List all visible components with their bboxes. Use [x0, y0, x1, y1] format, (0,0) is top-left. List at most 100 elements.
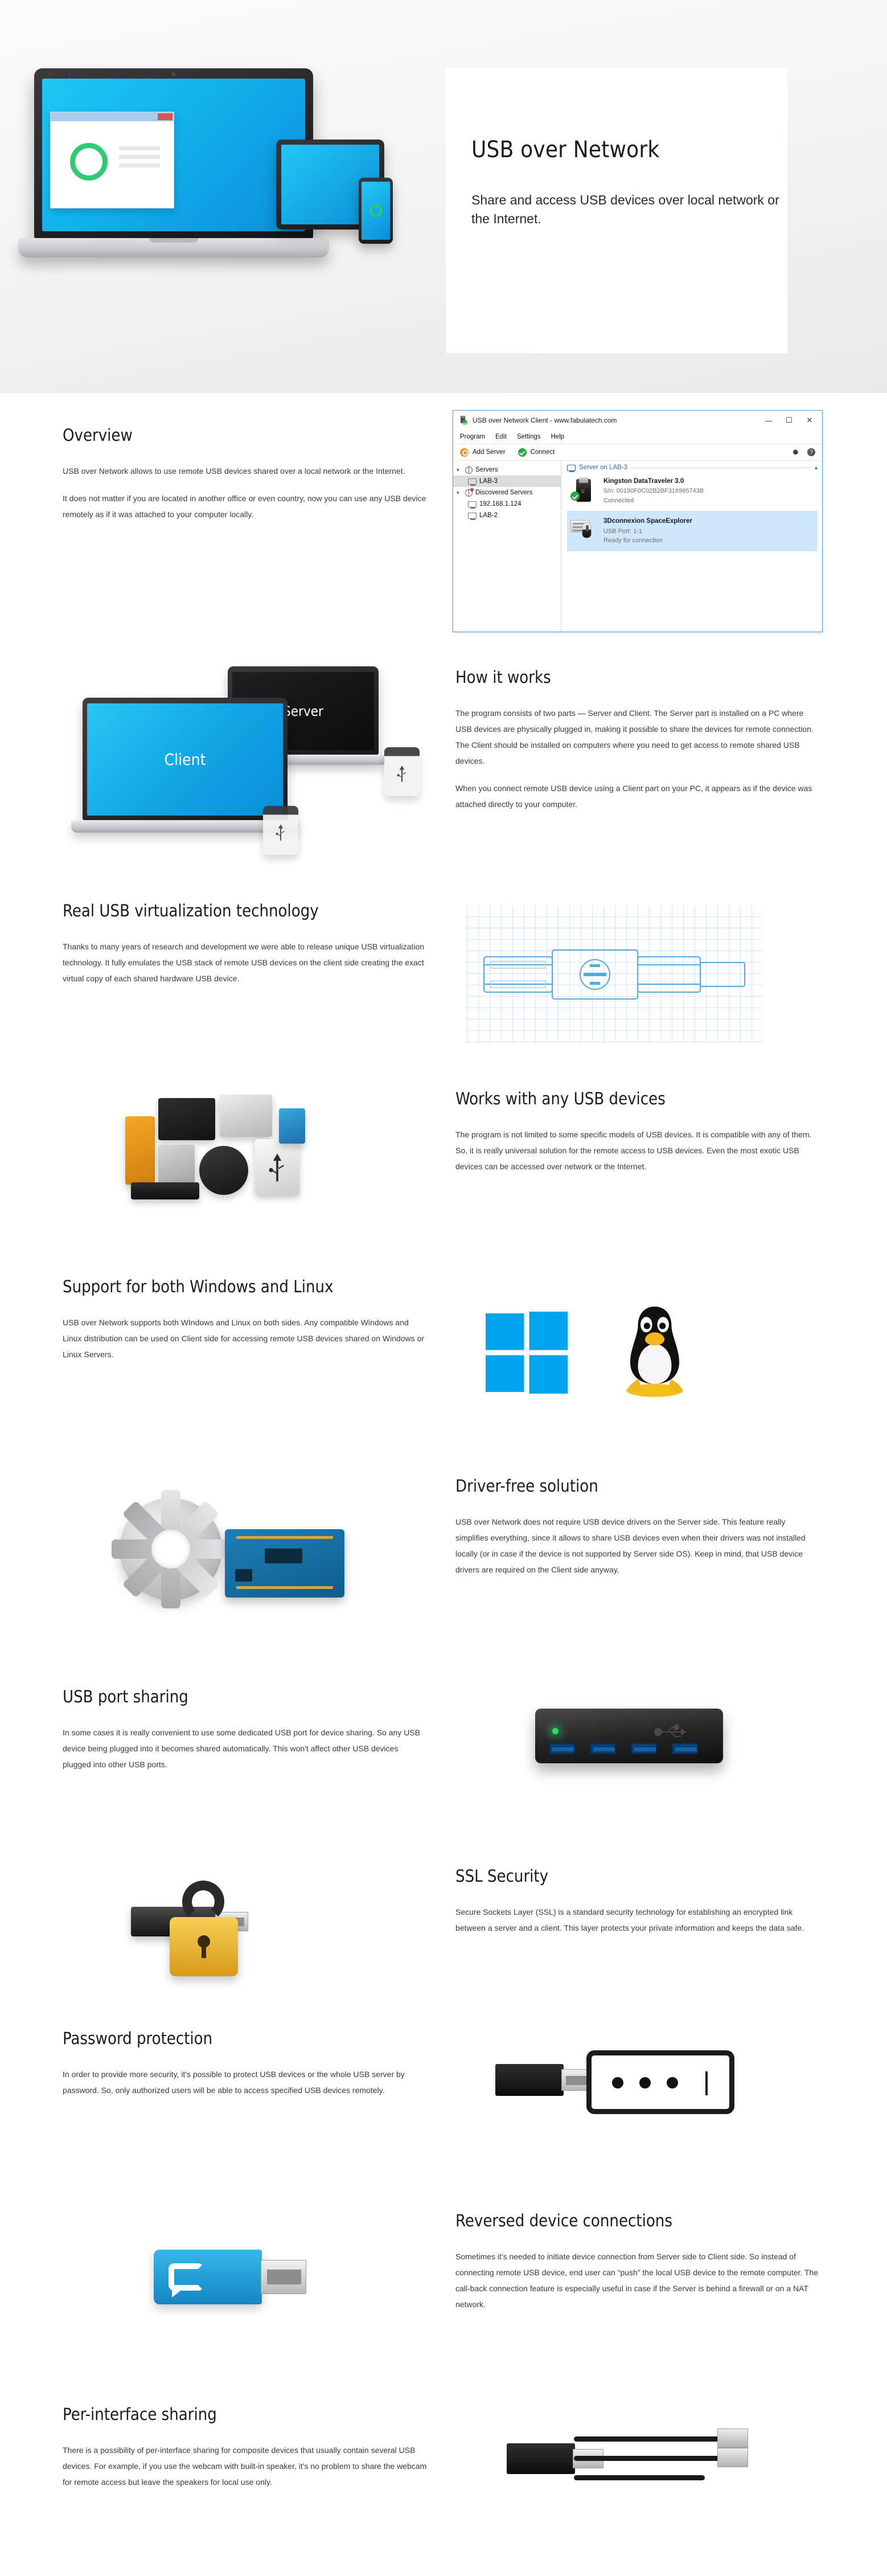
ssl-security-text-column: SSL Security Secure Sockets Layer (SSL) …: [455, 1865, 820, 1936]
usb-hub-icon: [535, 1709, 723, 1763]
question-mark-icon[interactable]: ?: [807, 448, 815, 456]
section-real-usb-virtualization: Real USB virtualization technology Thank…: [0, 888, 887, 1071]
virtualization-paragraph: Thanks to many years of research and dev…: [63, 942, 425, 984]
section-heading-windows-linux: Support for both Windows and Linux: [63, 1277, 334, 1296]
section-heading-ssl-security: SSL Security: [455, 1866, 549, 1886]
reversed-connections-text-column: Reversed device connections Sometimes it…: [455, 2210, 820, 2312]
usb-connector-icon: [717, 2448, 748, 2467]
connected-check-icon: [570, 492, 580, 501]
add-server-button[interactable]: Add Server: [460, 448, 506, 457]
tree-item-ip[interactable]: 192.168.1.124: [453, 498, 561, 510]
os-logos: [473, 1287, 837, 1447]
window-controls: — ☐ ✕: [758, 412, 820, 429]
device-row[interactable]: 16 Kingston DataTraveler 3.0 S/n: 00190F…: [567, 471, 818, 511]
tree-item-lab-2[interactable]: LAB-2: [453, 510, 561, 521]
hero-laptop-base: [18, 238, 329, 257]
toolbar: Add Server Connect ?: [453, 444, 822, 461]
close-button[interactable]: ✕: [799, 412, 820, 429]
hero-devices-illustration: [17, 57, 416, 325]
hero-laptop-screen: [42, 79, 305, 231]
monitor-icon: [567, 464, 576, 472]
hero-phone: [359, 178, 393, 244]
client-laptop: Client: [71, 698, 299, 833]
usb-over-network-client-window[interactable]: USB over Network Client - www.fabulatech…: [453, 410, 823, 632]
device-detail-value: 1-1: [633, 527, 642, 535]
gear-board-illustration: [102, 1475, 467, 1663]
minimize-button[interactable]: —: [758, 412, 779, 429]
usb-stick-icon: [279, 1108, 305, 1144]
menu-item-program[interactable]: Program: [460, 433, 485, 440]
maximize-button[interactable]: ☐: [779, 412, 799, 429]
usb-metal-connector-icon: [261, 2260, 306, 2294]
tree-label: Discovered Servers: [475, 489, 533, 496]
tree-item-discovered-servers[interactable]: ▾ Discovered Servers: [453, 487, 561, 498]
phone-sync-icon: [369, 204, 382, 217]
tree-label: LAB-2: [479, 512, 498, 519]
usb-flash-drive-icon: 16: [570, 477, 597, 503]
tree-item-lab-3[interactable]: LAB-3: [453, 476, 561, 487]
printer-icon: [220, 1095, 272, 1137]
per-interface-text-column: Per-interface sharing There is a possibi…: [63, 2403, 427, 2490]
chevron-up-icon[interactable]: ▴: [815, 465, 818, 471]
usb-flash-icon: [384, 747, 420, 796]
ssl-security-paragraph: Secure Sockets Layer (SSL) is a standard…: [455, 1907, 804, 1933]
padlock-shackle-icon: [182, 1881, 224, 1923]
how-it-works-paragraph-1: The program consists of two parts — Serv…: [455, 708, 814, 766]
driver-free-text-column: Driver-free solution USB over Network do…: [455, 1475, 820, 1578]
group-title: Server on LAB-3: [579, 464, 628, 471]
client-screen-label: Client: [87, 703, 283, 816]
laptop-notch: [149, 238, 198, 243]
section-per-interface-sharing: Per-interface sharing There is a possibi…: [0, 2392, 887, 2574]
section-driver-free: Driver-free solution USB over Network do…: [0, 1464, 887, 1674]
section-heading-driver-free: Driver-free solution: [455, 1476, 598, 1496]
gear-icon[interactable]: [791, 448, 799, 456]
per-interface-paragraph: There is a possibility of per-interface …: [63, 2446, 427, 2487]
globe-alert-icon: [465, 488, 474, 497]
password-entry-box: [586, 2050, 734, 2114]
tree-item-servers[interactable]: ▾ Servers: [453, 464, 561, 476]
menu-item-edit[interactable]: Edit: [495, 433, 507, 440]
reversed-connections-paragraph: Sometimes it's needed to initiate device…: [455, 2252, 819, 2309]
device-status: Connected: [603, 497, 634, 504]
windows-linux-text-column: Support for both Windows and Linux USB o…: [63, 1276, 427, 1362]
section-heading-how-it-works: How it works: [455, 667, 551, 687]
window-title: USB over Network Client - www.fabulatech…: [473, 416, 617, 424]
section-usb-port-sharing: USB port sharing In some cases it is rea…: [0, 1674, 887, 1851]
virtualization-text-column: Real USB virtualization technology Thank…: [63, 900, 427, 986]
add-server-label: Add Server: [473, 449, 506, 456]
chevron-down-icon[interactable]: ▾: [457, 490, 462, 496]
usb-devices-collage: [108, 1082, 473, 1253]
usb-connector-blueprint-icon: [483, 949, 745, 1000]
usb-cable-icon: [574, 2436, 722, 2442]
section-reversed-device-connections: Reversed device connections Sometimes it…: [0, 2187, 887, 2392]
connect-button[interactable]: Connect: [518, 448, 555, 457]
device-row[interactable]: 3Dconnexion SpaceExplorer USB Port: 1-1 …: [567, 511, 818, 551]
menu-item-help[interactable]: Help: [551, 433, 565, 440]
usb-blueprint-illustration: [467, 894, 831, 1065]
handheld-device-icon: [125, 1116, 155, 1185]
menu-item-settings[interactable]: Settings: [517, 433, 541, 440]
driver-free-paragraph: USB over Network does not require USB de…: [455, 1517, 806, 1575]
reverse-arrow-usb-icon: [154, 2250, 262, 2304]
keyboard-mouse-icon: [570, 517, 597, 543]
mock-close-button: [158, 113, 173, 120]
mock-text-lines: [119, 146, 160, 172]
camera-icon: [158, 1098, 215, 1140]
device-list-panel: Server on LAB-3 ▴ 16 Kingston DataTravel…: [561, 461, 822, 632]
usb-cables-illustration: [473, 2403, 837, 2552]
password-dot: [667, 2077, 678, 2088]
page-title: USB over Network: [471, 137, 660, 163]
hero-window-mockup: [50, 112, 174, 208]
section-heading-virtualization: Real USB virtualization technology: [63, 901, 319, 920]
tree-label: Servers: [475, 466, 498, 473]
password-dot: [612, 2077, 623, 2088]
windows-linux-paragraph: USB over Network supports both WIndows a…: [63, 1318, 424, 1359]
connect-check-icon: [518, 448, 527, 457]
chevron-down-icon[interactable]: ▾: [457, 467, 462, 473]
servers-tree[interactable]: ▾ Servers LAB-3 ▾ Discovered Servers 192…: [453, 461, 561, 632]
overview-paragraph-2: It does not matter if you are located in…: [63, 494, 426, 519]
usb-port-sharing-text-column: USB port sharing In some cases it is rea…: [63, 1686, 427, 1772]
reversed-connection-illustration: [102, 2210, 467, 2381]
usb-symbol-icon: [269, 1153, 284, 1182]
page-content: Overview USB over Network allows to use …: [0, 393, 887, 2574]
